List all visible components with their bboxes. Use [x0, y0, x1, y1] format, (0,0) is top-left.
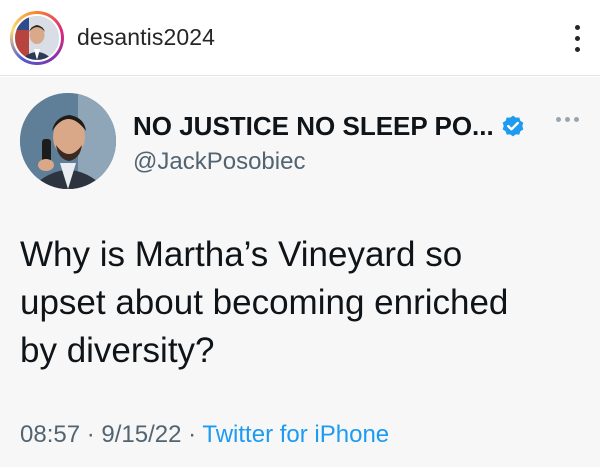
vertical-ellipsis-icon[interactable] [566, 18, 588, 58]
tweet-handle[interactable]: @JackPosobiec [133, 148, 305, 176]
horizontal-ellipsis-icon[interactable] [556, 117, 579, 122]
post-username[interactable]: desantis2024 [77, 24, 215, 51]
tweet-source[interactable]: Twitter for iPhone [202, 421, 389, 448]
tweet-text: Why is Martha’s Vineyard so upset about … [20, 235, 509, 370]
tweet-author-row: NO JUSTICE NO SLEEP PO... [133, 111, 526, 142]
story-ring[interactable] [10, 11, 64, 65]
tweet-time: 08:57 [20, 421, 81, 448]
avatar[interactable] [13, 14, 61, 62]
meta-separator: · [188, 421, 197, 448]
tweet-date[interactable]: 9/15/22 [101, 421, 181, 448]
post-header: desantis2024 [0, 0, 600, 76]
display-name[interactable]: NO JUSTICE NO SLEEP PO... [133, 111, 494, 142]
tweet-card: NO JUSTICE NO SLEEP PO... @JackPosobiec … [0, 77, 600, 467]
tweet-meta: 08:57 · 9/15/22 · Twitter for iPhone [20, 421, 389, 449]
meta-separator: · [86, 421, 95, 448]
profile-photo-icon [20, 93, 116, 189]
tweet-avatar[interactable] [20, 93, 116, 189]
profile-photo-icon [15, 16, 59, 60]
verified-badge-icon [502, 115, 524, 136]
